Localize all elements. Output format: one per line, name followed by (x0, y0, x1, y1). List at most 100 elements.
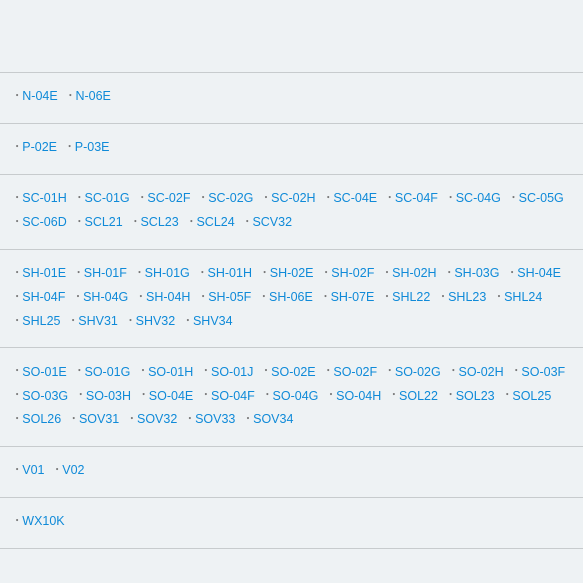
model-link[interactable]: SOV32 (137, 412, 177, 426)
model-link[interactable]: SOL25 (512, 389, 551, 403)
model-item: ･SO-01G (76, 360, 130, 384)
model-link[interactable]: SC-01H (22, 191, 66, 205)
model-link[interactable]: SC-04G (456, 191, 501, 205)
model-link[interactable]: SOV31 (79, 412, 119, 426)
model-link[interactable]: SOL22 (399, 389, 438, 403)
model-link[interactable]: SCL24 (196, 215, 234, 229)
model-link[interactable]: SHV31 (78, 314, 118, 328)
model-link[interactable]: SO-01H (148, 365, 193, 379)
model-link[interactable]: SO-04G (273, 389, 319, 403)
model-link[interactable]: SOV34 (253, 412, 293, 426)
bullet-icon: ･ (328, 388, 334, 402)
bullet-icon: ･ (203, 388, 209, 402)
bullet-icon: ･ (14, 215, 20, 229)
model-link[interactable]: SO-02F (333, 365, 377, 379)
model-link[interactable]: SO-01G (84, 365, 130, 379)
model-link[interactable]: SO-04F (211, 389, 255, 403)
model-group: ･SO-01E ･SO-01G ･SO-01H ･SO-01J ･SO-02E … (0, 347, 583, 446)
model-link[interactable]: SO-03H (86, 389, 131, 403)
model-link[interactable]: SHL25 (22, 314, 60, 328)
bullet-icon: ･ (496, 290, 502, 304)
model-link[interactable]: SC-04E (333, 191, 377, 205)
model-link[interactable]: SHL24 (504, 290, 542, 304)
bullet-icon: ･ (440, 290, 446, 304)
model-item: ･SOV32 (129, 408, 178, 432)
model-link[interactable]: SOL23 (456, 389, 495, 403)
model-item: ･SHV34 (185, 310, 233, 334)
model-item: ･SO-04E (141, 384, 194, 408)
model-item: ･N-06E (67, 85, 111, 109)
model-link[interactable]: SHV34 (193, 314, 233, 328)
model-link[interactable]: N-04E (22, 89, 57, 103)
model-link[interactable]: SOV33 (195, 412, 235, 426)
model-item: ･SO-03F (513, 360, 565, 384)
model-item: ･SOV34 (245, 408, 294, 432)
model-link[interactable]: SC-02F (147, 191, 190, 205)
model-link[interactable]: N-06E (75, 89, 110, 103)
bullet-icon: ･ (132, 215, 138, 229)
model-link[interactable]: SO-02G (395, 365, 441, 379)
model-link[interactable]: SO-02H (458, 365, 503, 379)
model-link[interactable]: WX10K (22, 514, 64, 528)
model-link[interactable]: SCL23 (140, 215, 178, 229)
bullet-icon: ･ (14, 388, 20, 402)
model-item: ･SO-04G (264, 384, 318, 408)
model-link[interactable]: SH-02E (270, 266, 314, 280)
model-link[interactable]: SC-02G (208, 191, 253, 205)
bullet-icon: ･ (263, 191, 269, 205)
model-link[interactable]: SH-02F (331, 266, 374, 280)
model-link[interactable]: P-03E (75, 140, 110, 154)
model-item: ･SH-03G (446, 262, 499, 286)
bullet-icon: ･ (446, 266, 452, 280)
model-link[interactable]: SH-01H (208, 266, 252, 280)
model-link[interactable]: SHL22 (392, 290, 430, 304)
model-link[interactable]: SC-02H (271, 191, 315, 205)
model-link[interactable]: SH-06E (269, 290, 313, 304)
model-link[interactable]: SH-01E (22, 266, 66, 280)
model-link[interactable]: SO-04E (149, 389, 193, 403)
model-link[interactable]: SHV32 (136, 314, 176, 328)
model-link[interactable]: SH-02H (392, 266, 436, 280)
model-link[interactable]: SHL23 (448, 290, 486, 304)
model-link[interactable]: SO-04H (336, 389, 381, 403)
model-item: ･SOL25 (504, 384, 551, 408)
bullet-icon: ･ (14, 140, 20, 154)
model-link[interactable]: SH-04F (22, 290, 65, 304)
model-link[interactable]: SH-01G (145, 266, 190, 280)
bullet-icon: ･ (325, 364, 331, 378)
bullet-icon: ･ (188, 215, 194, 229)
bullet-icon: ･ (141, 388, 147, 402)
model-link[interactable]: SH-05F (208, 290, 251, 304)
model-link[interactable]: SC-05G (519, 191, 564, 205)
model-link[interactable]: SO-03F (521, 365, 565, 379)
model-link[interactable]: SH-04H (146, 290, 190, 304)
model-link[interactable]: V02 (62, 463, 84, 477)
bullet-icon: ･ (263, 364, 269, 378)
model-link[interactable]: SCV32 (252, 215, 292, 229)
model-link[interactable]: SCL21 (84, 215, 122, 229)
model-link[interactable]: V01 (22, 463, 44, 477)
model-link[interactable]: SH-01F (84, 266, 127, 280)
model-link[interactable]: SOL26 (22, 412, 61, 426)
model-item: ･SH-05F (200, 286, 251, 310)
bullet-icon: ･ (70, 314, 76, 328)
model-item: ･SC-01H (14, 187, 67, 211)
model-link[interactable]: SO-01E (22, 365, 66, 379)
model-link[interactable]: SC-04F (395, 191, 438, 205)
bullet-icon: ･ (138, 290, 144, 304)
model-link[interactable]: SH-07E (331, 290, 375, 304)
model-link[interactable]: SH-04G (83, 290, 128, 304)
bullet-icon: ･ (14, 364, 20, 378)
model-link[interactable]: SC-06D (22, 215, 66, 229)
model-link[interactable]: SC-01G (84, 191, 129, 205)
model-link[interactable]: SH-03G (454, 266, 499, 280)
bullet-icon: ･ (509, 266, 515, 280)
model-item: ･SO-02F (325, 360, 377, 384)
model-link[interactable]: SO-02E (271, 365, 315, 379)
model-item: ･SH-04F (14, 286, 65, 310)
model-link[interactable]: SO-01J (211, 365, 253, 379)
model-item: ･SH-04G (75, 286, 128, 310)
model-link[interactable]: SH-04E (517, 266, 561, 280)
model-link[interactable]: SO-03G (22, 389, 68, 403)
model-link[interactable]: P-02E (22, 140, 57, 154)
